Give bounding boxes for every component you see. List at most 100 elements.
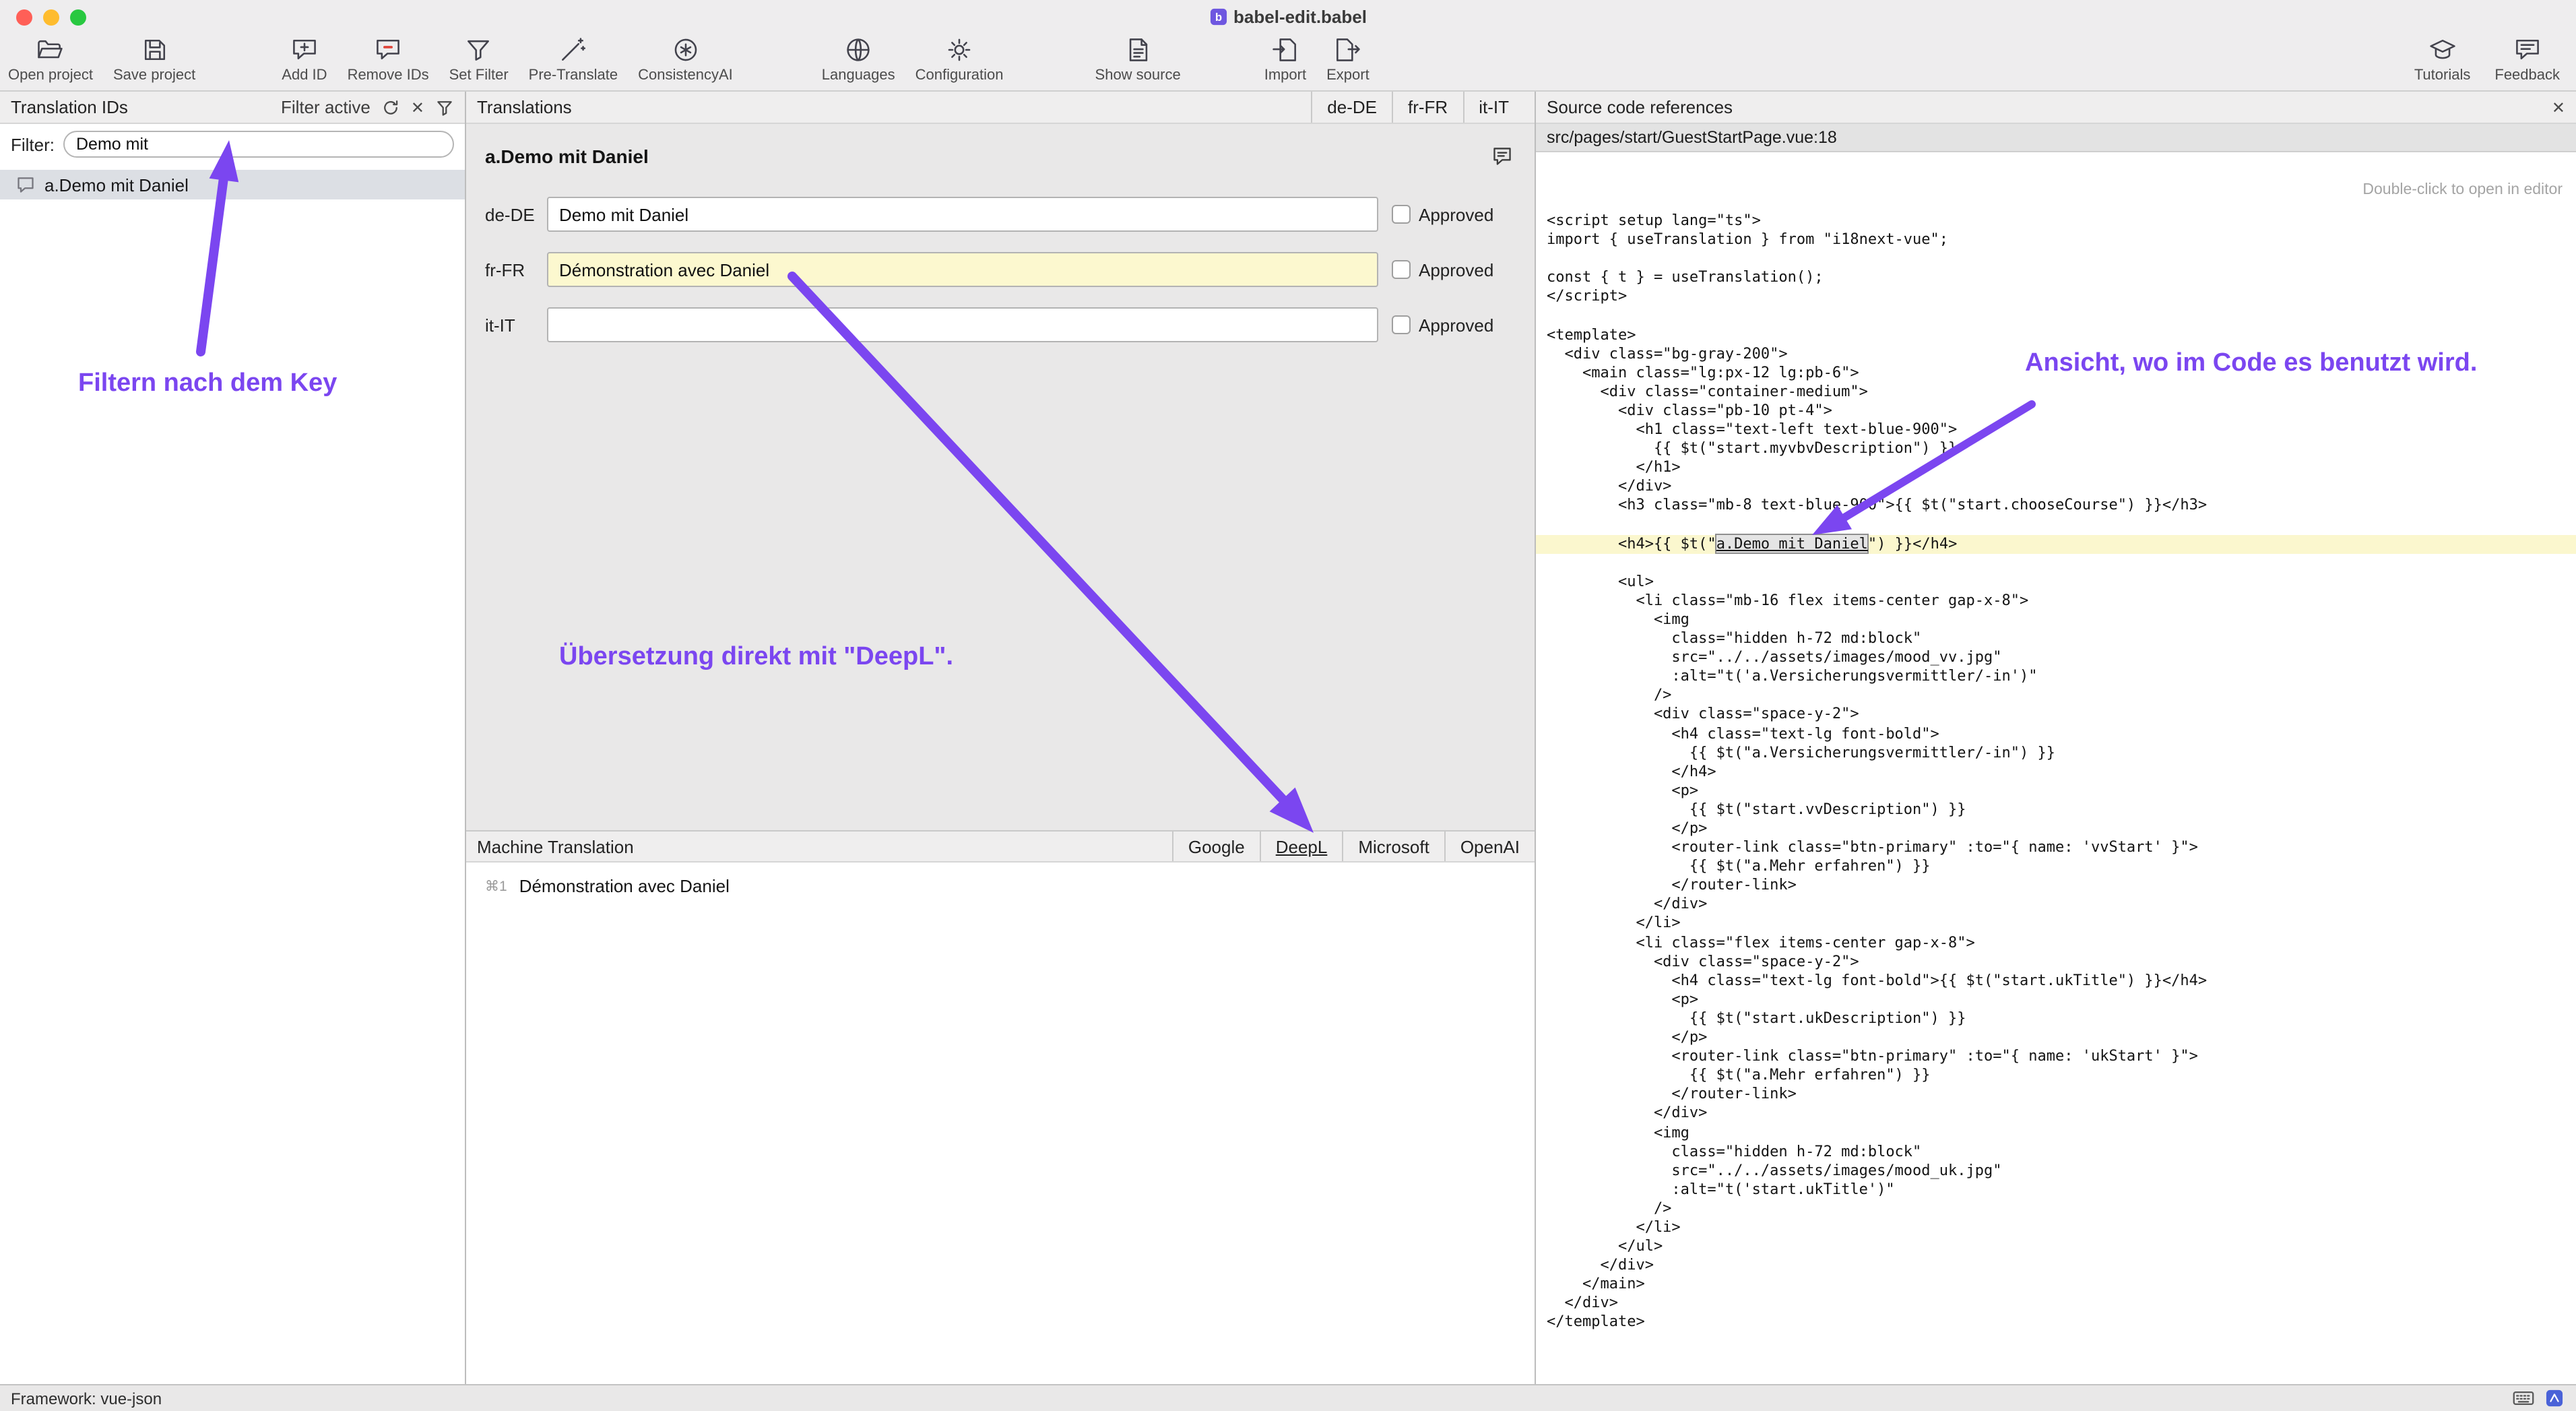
close-panel-icon[interactable]: ✕ [2552,99,2565,115]
toolbar-right: Tutorials Feedback [2390,34,2560,84]
approved-label: Approved [1419,315,1493,335]
language-tabs: de-DE fr-FR it-IT [1311,92,1524,123]
filter-icon[interactable] [435,98,454,117]
source-references-panel: Source code references ✕ src/pages/start… [1536,92,2576,1384]
toolbar-globe-button[interactable]: Languages [822,34,895,84]
app-window: b babel-edit.babel Open project Save proj… [0,0,2576,1411]
code-line: <p> [1536,991,2576,1009]
translations-title: Translations [477,97,572,117]
toolbar-tutorials-button[interactable]: Tutorials [2414,34,2471,84]
mt-shortcut-badge: ⌘1 [485,878,507,894]
translation-id-list-item[interactable]: a.Demo mit Daniel [0,170,465,199]
toolbar-wand-button[interactable]: Pre-Translate [529,34,618,84]
toolbar-export-button[interactable]: Export [1326,34,1370,84]
app-badge-icon[interactable] [2544,1389,2565,1407]
translations-panel: Translations de-DE fr-FR it-IT a.Demo mi… [466,92,1536,1384]
code-line: </ul> [1536,1237,2576,1256]
approved-checkbox-it[interactable] [1392,315,1411,334]
provider-microsoft-button[interactable]: Microsoft [1342,832,1444,861]
code-line [1536,307,2576,325]
set-filter-icon [464,34,494,66]
toolbar-label: Remove IDs [348,67,429,84]
code-line: import { useTranslation } from "i18next-… [1536,230,2576,249]
approved-label: Approved [1419,204,1493,224]
provider-openai-button[interactable]: OpenAI [1444,832,1535,861]
code-line: </div> [1536,1104,2576,1123]
translation-input-fr[interactable] [547,252,1378,287]
code-line: </p> [1536,819,2576,838]
code-line: src="../../assets/images/mood_uk.jpg" [1536,1161,2576,1180]
refresh-filter-icon[interactable] [381,98,400,117]
window-title: b babel-edit.babel [0,7,2576,27]
code-line: <h4>{{ $t("a.Demo mit Daniel") }}</h4> [1536,534,2576,553]
row-lang-label: it-IT [485,315,547,335]
code-line: </li> [1536,914,2576,933]
lang-tab-it-IT[interactable]: it-IT [1462,92,1524,123]
code-line: <div class="pb-10 pt-4"> [1536,402,2576,420]
machine-translation-body: ⌘1 Démonstration avec Daniel [466,863,1535,1384]
lang-tab-fr-FR[interactable]: fr-FR [1392,92,1462,123]
toolbar-label: ConsistencyAI [638,67,733,84]
approved-checkbox-fr[interactable] [1392,260,1411,279]
code-line [1536,249,2576,268]
code-line: class="hidden h-72 md:block" [1536,1142,2576,1161]
filter-input[interactable] [63,131,454,158]
translation-ids-panel: Translation IDs Filter active ✕ Filter: [0,92,466,1384]
app-document-icon: b [1209,8,1227,26]
toolbar-import-button[interactable]: Import [1264,34,1306,84]
mt-suggestion-text: Démonstration avec Daniel [519,876,730,896]
approved-checkbox-de[interactable] [1392,205,1411,224]
tutorials-icon [2428,34,2457,66]
translation-input-de[interactable] [547,197,1378,232]
highlighted-translation-key[interactable]: a.Demo mit Daniel [1716,534,1868,552]
translation-rows: de-DE Approved fr-FR Approved [466,197,1535,342]
wand-icon [558,34,588,66]
lang-tab-de-DE[interactable]: de-DE [1311,92,1392,123]
translation-ids-header: Translation IDs Filter active ✕ [0,92,465,124]
code-line: </template> [1536,1313,2576,1332]
framework-label: Framework: vue-json [11,1389,162,1408]
mt-suggestion-row[interactable]: ⌘1 Démonstration avec Daniel [466,872,1535,900]
keyboard-icon[interactable] [2513,1389,2534,1407]
translation-ids-title: Translation IDs [11,97,128,117]
file-reference-bar[interactable]: src/pages/start/GuestStartPage.vue:18 [1536,124,2576,152]
code-line: </div> [1536,896,2576,914]
toolbar-folder-open-button[interactable]: Open project [8,34,93,84]
translation-row-fr: fr-FR Approved [485,252,1516,287]
toolbar-label: Configuration [915,67,1004,84]
toolbar-consistency-button[interactable]: ConsistencyAI [638,34,733,84]
code-line: <h4 class="text-lg font-bold"> [1536,724,2576,743]
provider-google-button[interactable]: Google [1172,832,1260,861]
filter-row: Filter: [0,124,465,164]
toolbar-feedback-button[interactable]: Feedback [2494,34,2560,84]
translations-header: Translations de-DE fr-FR it-IT [466,92,1535,124]
provider-buttons: Google DeepL Microsoft OpenAI [1172,832,1535,861]
comment-icon[interactable] [1491,146,1513,167]
toolbar-add-id-button[interactable]: Add ID [282,34,327,84]
gear-icon [944,34,974,66]
code-line [1536,553,2576,572]
code-line: class="hidden h-72 md:block" [1536,629,2576,648]
code-line: </div> [1536,1256,2576,1275]
translation-input-it[interactable] [547,307,1378,342]
toolbar-set-filter-button[interactable]: Set Filter [449,34,509,84]
source-references-header: Source code references ✕ [1536,92,2576,124]
toolbar-label: Add ID [282,67,327,84]
feedback-icon [2513,34,2542,66]
code-line: </div> [1536,478,2576,497]
toolbar-gear-button[interactable]: Configuration [915,34,1004,84]
toolbar-label: Open project [8,67,93,84]
code-line: src="../../assets/images/mood_vv.jpg" [1536,648,2576,667]
row-lang-label: fr-FR [485,259,547,280]
code-line: <h1 class="text-left text-blue-900"> [1536,420,2576,439]
code-line: <li class="mb-16 flex items-center gap-x… [1536,592,2576,610]
code-line: <li class="flex items-center gap-x-8"> [1536,933,2576,952]
code-line [1536,515,2576,534]
toolbar-save-button[interactable]: Save project [113,34,195,84]
clear-filter-icon[interactable]: ✕ [411,99,424,115]
window-title-text: babel-edit.babel [1233,7,1367,27]
provider-deepl-button[interactable]: DeepL [1260,832,1343,861]
toolbar-remove-ids-button[interactable]: Remove IDs [348,34,429,84]
toolbar-source-button[interactable]: Show source [1095,34,1181,84]
filter-active-label: Filter active [281,97,371,117]
